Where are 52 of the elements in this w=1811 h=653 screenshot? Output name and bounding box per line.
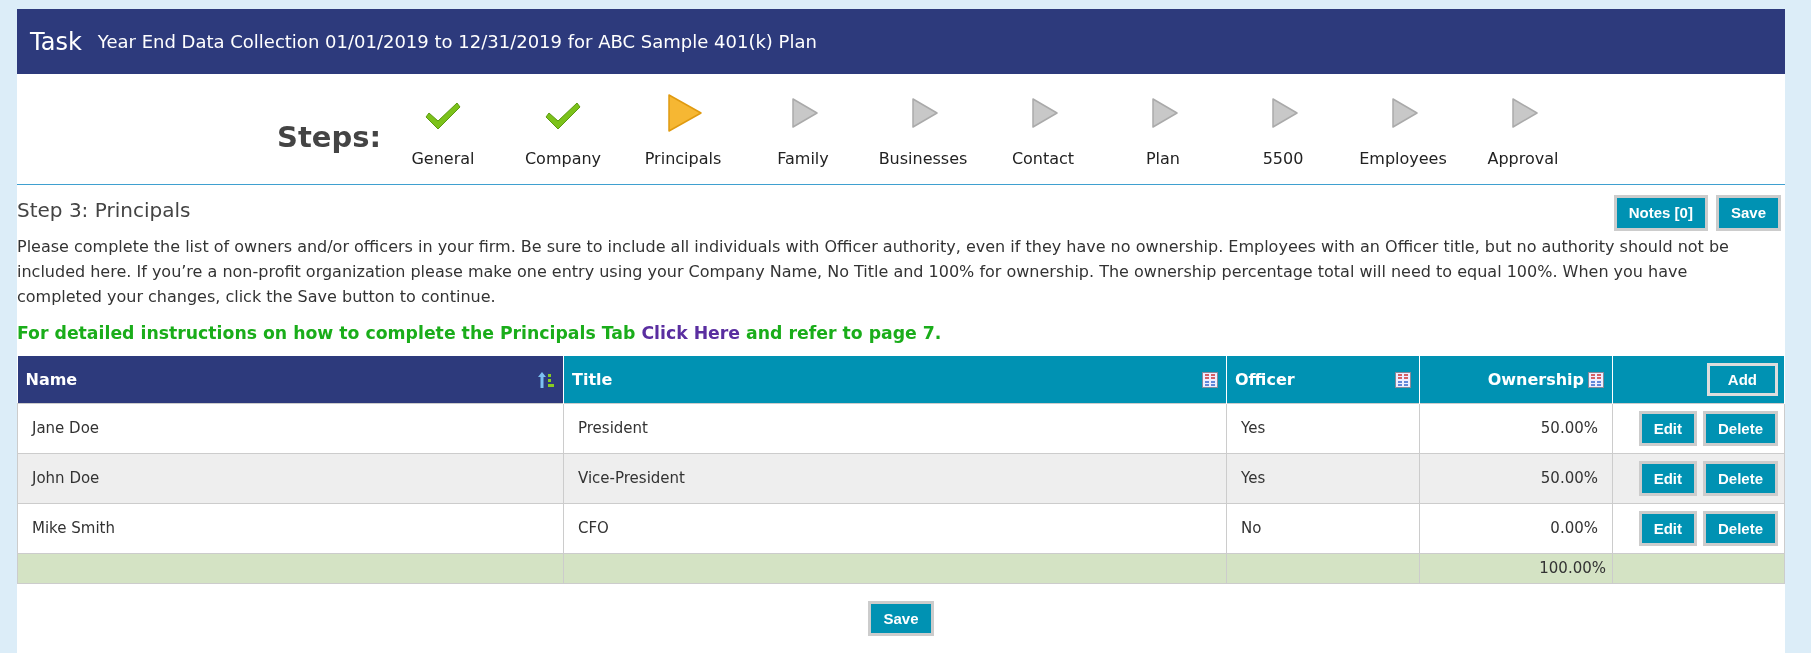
step-label[interactable]: Plan <box>1145 147 1180 171</box>
column-header[interactable]: Name <box>17 356 564 404</box>
sort-ascending-icon <box>537 370 555 389</box>
sort-icon <box>1202 371 1218 388</box>
step-label[interactable]: Businesses <box>878 147 968 171</box>
column-header-label: Name <box>25 368 78 391</box>
instructions-text: For detailed instructions on how to complete the Principals Tab Click Here and refer to page 7. <box>17 321 943 345</box>
column-header-label: Title <box>572 368 613 391</box>
column-header[interactable]: Title <box>563 356 1227 404</box>
step-label[interactable]: 5500 <box>1262 147 1304 171</box>
save-button[interactable]: Save <box>1715 195 1781 231</box>
notes-button[interactable]: Notes [0] <box>1613 195 1708 231</box>
edit-button[interactable]: Edit <box>1638 510 1697 547</box>
table-cell: 50.00% <box>1419 403 1613 454</box>
delete-button[interactable]: Delete <box>1702 460 1778 497</box>
section-title: Step 3: Principals <box>17 197 191 224</box>
click-here-link[interactable]: Click Here <box>641 322 741 343</box>
step-label[interactable]: Company <box>524 147 602 171</box>
save-button[interactable]: Save <box>868 600 934 637</box>
delete-button[interactable]: Delete <box>1702 510 1778 547</box>
table-cell: 0.00% <box>1419 503 1613 554</box>
edit-button[interactable]: Edit <box>1638 460 1697 497</box>
table-cell: John Doe <box>17 453 564 504</box>
table-cell: CFO <box>563 503 1227 554</box>
step-label[interactable]: Contact <box>1011 147 1075 171</box>
step-label[interactable]: General <box>411 147 475 171</box>
column-header-label: Officer <box>1235 368 1295 391</box>
table-cell: Vice-President <box>563 453 1227 504</box>
task-label: Task <box>30 26 82 58</box>
table-cell: Yes <box>1226 453 1420 504</box>
add-button[interactable]: Add <box>1706 362 1778 397</box>
step-label[interactable]: Family <box>777 147 829 171</box>
steps-label: Steps: <box>277 119 383 156</box>
table-cell: Jane Doe <box>17 403 564 454</box>
edit-button[interactable]: Edit <box>1638 410 1697 447</box>
task-title: Year End Data Collection 01/01/2019 to 12/31/2019 for ABC Sample 401(k) Plan <box>97 30 817 54</box>
table-cell: No <box>1226 503 1420 554</box>
column-header[interactable]: Ownership <box>1419 356 1613 404</box>
step-label[interactable]: Approval <box>1487 147 1559 171</box>
step-label[interactable]: Principals <box>644 147 722 171</box>
table-cell: President <box>563 403 1227 454</box>
total-cell: 100.00% <box>1419 553 1613 584</box>
table-cell: Yes <box>1226 403 1420 454</box>
sort-icon <box>1588 371 1604 388</box>
column-header-label: Ownership <box>1487 368 1584 391</box>
column-header[interactable]: Officer <box>1226 356 1420 404</box>
description-text: Please complete the list of owners and/or officers in your firm. Be sure to include all individuals with Officer authority, even if they have no ownership. Employees with an Officer title, but no authority should not be included here. If you’re a non-profit organization please make one entry using your Company Name, No Title and 100% for ownership. The ownership percentage total will need to equal 100%. When you have completed your changes, click the Save button to continue. <box>17 235 1730 308</box>
sort-icon <box>1395 371 1411 388</box>
table-cell: Mike Smith <box>17 503 564 554</box>
delete-button[interactable]: Delete <box>1702 410 1778 447</box>
table-cell: 50.00% <box>1419 453 1613 504</box>
step-label[interactable]: Employees <box>1359 147 1447 171</box>
